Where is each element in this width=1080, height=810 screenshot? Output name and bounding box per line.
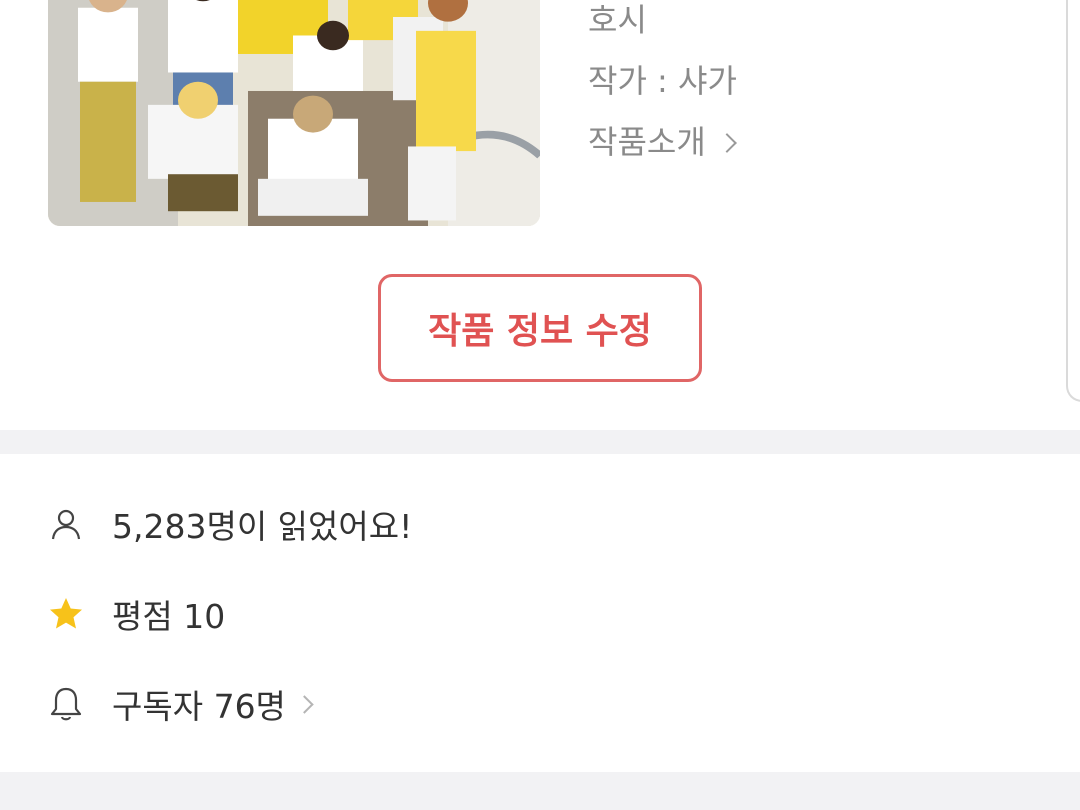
work-title: 호시 bbox=[588, 1, 647, 39]
section-divider bbox=[0, 772, 1080, 810]
side-panel-edge bbox=[1066, 0, 1080, 402]
person-icon bbox=[48, 506, 84, 542]
edit-work-info-button[interactable]: 작품 정보 수정 bbox=[378, 274, 702, 382]
intro-link[interactable]: 작품소개 bbox=[588, 122, 737, 162]
reads-count: 5,283명이 읽었어요! bbox=[112, 507, 413, 546]
subscribers-row[interactable]: 구독자 76명 bbox=[48, 676, 314, 732]
chevron-right-icon bbox=[716, 133, 737, 153]
section-divider bbox=[0, 430, 1080, 454]
cover-image[interactable] bbox=[48, 0, 540, 226]
rating-row: 평점 10 bbox=[48, 586, 225, 642]
reads-row: 5,283명이 읽었어요! bbox=[48, 496, 412, 552]
intro-link-label: 작품소개 bbox=[588, 123, 706, 161]
bell-icon bbox=[48, 686, 84, 722]
cover-photo-illustration bbox=[48, 0, 540, 226]
work-header: 호시 작가 : 샤가 작품소개 작품 정보 수정 bbox=[0, 0, 1080, 430]
chevron-right-icon bbox=[295, 694, 314, 714]
subscribers-count: 구독자 76명 bbox=[112, 687, 286, 726]
star-icon bbox=[48, 596, 84, 632]
work-author: 작가 : 샤가 bbox=[588, 62, 737, 100]
stats-section: 5,283명이 읽었어요! 평점 10 구독자 76명 bbox=[0, 454, 1080, 772]
rating-value: 평점 10 bbox=[112, 597, 226, 636]
